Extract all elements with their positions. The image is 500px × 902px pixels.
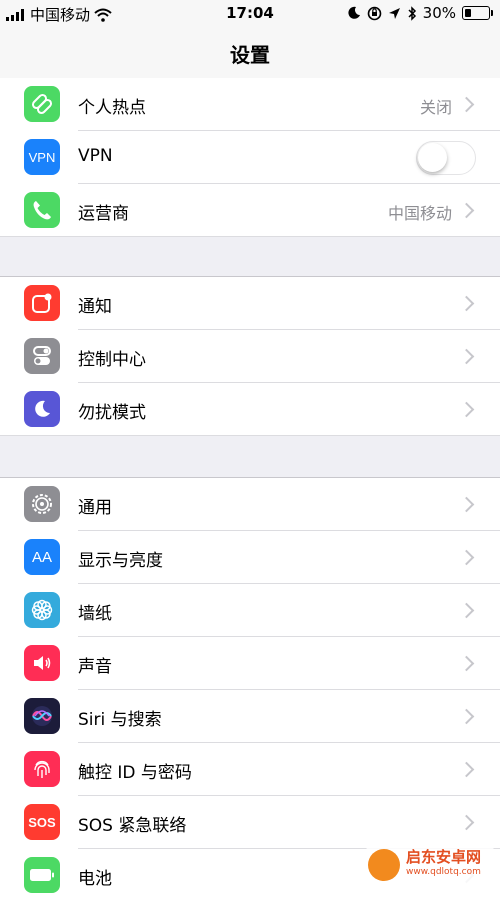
chevron-right-icon [458, 96, 475, 113]
row-label: 墙纸 [78, 604, 112, 624]
row-emergency-sos[interactable]: SOS SOS 紧急联络 [0, 796, 500, 849]
row-display-brightness[interactable]: AA 显示与亮度 [0, 531, 500, 584]
notifications-icon [24, 285, 60, 321]
watermark-url: www.qdlotq.com [406, 867, 481, 877]
moon-icon [24, 391, 60, 427]
battery-icon [24, 857, 60, 893]
location-arrow-icon [388, 7, 400, 19]
row-control-center[interactable]: 控制中心 [0, 330, 500, 383]
wallpaper-icon [24, 592, 60, 628]
row-label: 运营商 [78, 204, 129, 224]
vpn-icon: VPN [24, 139, 60, 175]
row-value: 中国移动 [387, 204, 452, 223]
row-label: 控制中心 [78, 350, 146, 370]
chevron-right-icon [458, 295, 475, 312]
chevron-right-icon [458, 202, 475, 219]
display-icon: AA [24, 539, 60, 575]
row-vpn[interactable]: VPN VPN [0, 131, 500, 184]
chevron-right-icon [458, 655, 475, 672]
row-label: Siri 与搜索 [78, 710, 162, 730]
watermark: 启东安卓网 www.qdlotq.com [366, 845, 494, 885]
navigation-bar: 设置 [0, 28, 500, 79]
sos-icon: SOS [24, 804, 60, 840]
bluetooth-icon [408, 5, 416, 21]
row-label: 通用 [78, 498, 112, 518]
battery-fill [465, 9, 471, 17]
row-label: 勿扰模式 [78, 403, 146, 423]
row-value: 关闭 [419, 98, 452, 117]
row-label: 显示与亮度 [78, 551, 163, 571]
chevron-right-icon [458, 814, 475, 831]
row-notifications[interactable]: 通知 [0, 277, 500, 330]
row-label: VPN [78, 146, 113, 166]
row-label: 电池 [78, 869, 112, 889]
chevron-right-icon [458, 708, 475, 725]
row-divider [0, 236, 500, 237]
settings-group-notifications: 通知 控制中心 勿扰模式 [0, 276, 500, 436]
settings-group-general: 通用 AA 显示与亮度 墙纸 声音 Siri 与搜索 触控 ID 与密码 SOS… [0, 477, 500, 902]
row-sounds[interactable]: 声音 [0, 637, 500, 690]
row-siri-search[interactable]: Siri 与搜索 [0, 690, 500, 743]
chevron-right-icon [458, 761, 475, 778]
watermark-logo [368, 849, 400, 881]
fingerprint-icon [24, 751, 60, 787]
control-center-icon [24, 338, 60, 374]
watermark-name: 启东安卓网 [406, 848, 482, 866]
settings-group-network: 个人热点 关闭 VPN VPN 运营商 中国移动 [0, 78, 500, 237]
row-label: 通知 [78, 297, 112, 317]
vpn-toggle[interactable] [416, 141, 476, 175]
row-divider [0, 435, 500, 436]
chevron-right-icon [458, 602, 475, 619]
battery-icon [462, 6, 493, 20]
status-right: 30% [347, 4, 493, 22]
hotspot-icon [24, 86, 60, 122]
phone-icon [24, 192, 60, 228]
chevron-right-icon [458, 496, 475, 513]
row-do-not-disturb[interactable]: 勿扰模式 [0, 383, 500, 436]
chevron-right-icon [458, 348, 475, 365]
row-label: 声音 [78, 657, 112, 677]
row-touch-id-passcode[interactable]: 触控 ID 与密码 [0, 743, 500, 796]
row-label: 个人热点 [78, 98, 146, 118]
orientation-lock-icon [367, 6, 381, 20]
gear-icon [24, 486, 60, 522]
toggle-knob [418, 143, 447, 172]
siri-icon [24, 698, 60, 734]
row-general[interactable]: 通用 [0, 478, 500, 531]
page-title: 设置 [230, 43, 270, 67]
row-label: 触控 ID 与密码 [78, 763, 192, 783]
row-wallpaper[interactable]: 墙纸 [0, 584, 500, 637]
status-bar: 中国移动 17:04 30% [0, 0, 500, 28]
battery-percent: 30% [422, 4, 456, 22]
moon-icon [348, 6, 360, 19]
chevron-right-icon [458, 401, 475, 418]
speaker-icon [24, 645, 60, 681]
row-label: SOS 紧急联络 [78, 816, 187, 836]
chevron-right-icon [458, 549, 475, 566]
row-personal-hotspot[interactable]: 个人热点 关闭 [0, 78, 500, 131]
row-carrier[interactable]: 运营商 中国移动 [0, 184, 500, 237]
